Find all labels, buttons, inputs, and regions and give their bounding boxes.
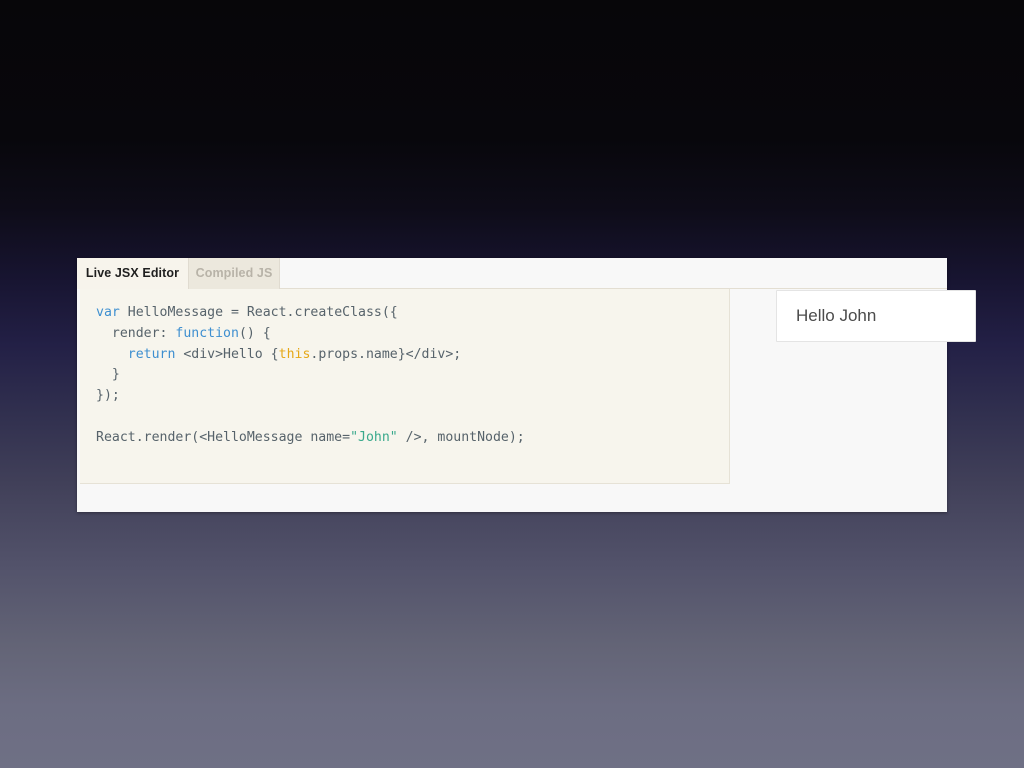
keyword-return: return	[127, 346, 176, 362]
keyword-function: function	[175, 325, 239, 341]
tab-compiled-js[interactable]: Compiled JS	[188, 258, 280, 289]
live-jsx-editor-window: Live JSX Editor Compiled JS var HelloMes…	[77, 258, 976, 512]
code-line1-tail: HelloMessage = React.createClass({	[119, 305, 398, 320]
editor-tab-bar: Live JSX Editor Compiled JS	[77, 258, 947, 289]
keyword-this: this	[278, 346, 311, 362]
string-literal-john: "John"	[350, 429, 398, 445]
code-line4: }	[96, 367, 120, 383]
code-line2-head: render:	[96, 325, 176, 341]
code-line7-head: React.render(<HelloMessage name=	[96, 429, 351, 445]
result-greeting-text: Hello John	[796, 306, 877, 325]
keyword-var: var	[96, 305, 120, 320]
code-line7-tail: />, mountNode);	[397, 429, 525, 445]
code-editor-pane[interactable]: var HelloMessage = React.createClass({ r…	[80, 289, 730, 484]
code-line5: });	[96, 388, 120, 404]
rendered-output-pane: Hello John	[776, 289, 976, 484]
tab-live-jsx-editor[interactable]: Live JSX Editor	[77, 258, 188, 289]
result-box: Hello John	[776, 290, 976, 342]
code-line3-indent	[96, 347, 128, 362]
code-line3-tail: .props.name}</div>;	[310, 346, 462, 362]
code-line3-mid: <div>Hello {	[175, 346, 279, 362]
jsx-source-code[interactable]: var HelloMessage = React.createClass({ r…	[80, 289, 729, 449]
slide-canvas: Live JSX Editor Compiled JS var HelloMes…	[0, 0, 1024, 768]
code-line2-tail: () {	[238, 325, 271, 341]
